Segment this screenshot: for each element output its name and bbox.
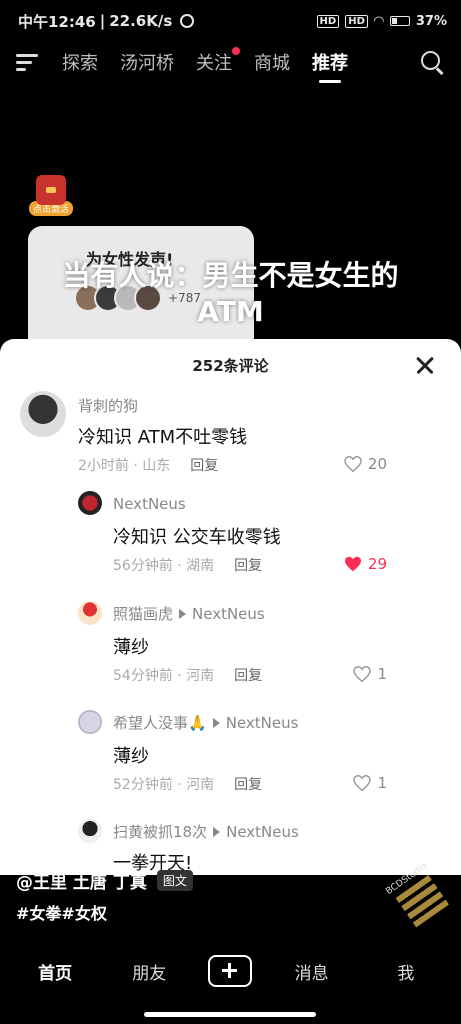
like-button[interactable]: 29: [344, 555, 387, 573]
comment-text: 冷知识 ATM不吐零钱: [78, 427, 248, 448]
comment-username[interactable]: 背刺的狗: [78, 395, 138, 416]
nav-me[interactable]: 我: [371, 959, 441, 984]
comment-text: 薄纱: [113, 746, 149, 767]
comments-sheet: 252条评论 背刺的狗 冷知识 ATM不吐零钱 2小时前 · 山东 回复 20 …: [0, 339, 461, 875]
home-indicator[interactable]: [144, 1012, 316, 1017]
alarm-icon: [180, 14, 195, 28]
like-button[interactable]: 1: [353, 774, 387, 792]
reply-target: NextNeus: [226, 822, 299, 841]
reply-author: 希望人没事🙏: [113, 714, 207, 732]
post-type-badge: 图文: [156, 870, 193, 891]
author-line: @王里 土唐 丁真 图文: [16, 868, 193, 893]
comment-time: 2小时前 · 山东: [78, 458, 171, 474]
video-title: 当有人说：男生不是女生的ATM: [62, 259, 399, 328]
comment-meta: 2小时前 · 山东 回复: [78, 455, 218, 475]
heart-outline-icon: [353, 775, 372, 791]
comment-meta: 56分钟前 · 湖南 回复: [113, 555, 262, 575]
like-button[interactable]: 1: [353, 665, 387, 683]
comment-time: 52分钟前 · 河南: [113, 777, 215, 793]
heart-outline-icon: [353, 666, 372, 682]
reply-author: 照猫画虎: [113, 605, 174, 623]
reply-button[interactable]: 回复: [190, 455, 218, 475]
nav-tabs: 探索 汤河桥 关注 商城 推荐: [62, 47, 419, 75]
tab-following-label: 关注: [196, 53, 232, 74]
like-count: 29: [367, 555, 387, 573]
menu-icon[interactable]: [16, 53, 40, 71]
tab-local[interactable]: 汤河桥: [120, 49, 174, 75]
nav-friends[interactable]: 朋友: [114, 959, 184, 984]
reply-author: 扫黄被抓18次: [113, 823, 208, 841]
heart-filled-icon: [344, 556, 362, 572]
status-bar: 中午12:46 | 22.6K/s HD HD ◠ 37%: [18, 12, 447, 31]
reply-button[interactable]: 回复: [234, 555, 262, 575]
reply-button[interactable]: 回复: [234, 665, 262, 685]
network-speed: 22.6K/s: [109, 12, 173, 30]
hashtags[interactable]: #女拳#女权: [16, 900, 107, 924]
nav-home[interactable]: 首页: [20, 959, 90, 984]
nav-messages[interactable]: 消息: [277, 959, 347, 984]
author-name[interactable]: @王里 土唐 丁真: [16, 868, 147, 893]
top-nav: 探索 汤河桥 关注 商城 推荐: [0, 42, 461, 82]
comment-time: 56分钟前 · 湖南: [113, 558, 215, 574]
red-packet-icon: [36, 175, 66, 205]
tab-explore[interactable]: 探索: [62, 49, 98, 75]
reply-target: NextNeus: [225, 713, 299, 732]
like-count: 20: [367, 455, 387, 473]
avatar[interactable]: [78, 710, 102, 734]
like-count: 1: [377, 774, 387, 792]
close-icon[interactable]: [415, 355, 435, 375]
avatar[interactable]: [78, 601, 102, 625]
comment-username[interactable]: NextNeus: [113, 495, 186, 513]
comment-text: 冷知识 公交车收零钱: [113, 527, 281, 548]
bottom-nav: 首页 朋友 消息 我: [0, 942, 461, 1000]
reply-arrow-icon: [179, 608, 187, 619]
heart-outline-icon: [344, 456, 362, 472]
comment-username[interactable]: 照猫画虎 NextNeus: [113, 603, 265, 624]
tab-recommend[interactable]: 推荐: [312, 49, 348, 75]
like-count: 1: [377, 665, 387, 683]
avatar[interactable]: [20, 391, 66, 437]
reply-arrow-icon: [212, 717, 220, 728]
battery-icon: [389, 16, 410, 26]
create-post-button[interactable]: [208, 955, 253, 987]
comment-meta: 52分钟前 · 河南 回复: [113, 774, 262, 794]
hd-signal-icon-2: HD: [345, 14, 368, 28]
comment-text: 薄纱: [113, 637, 149, 658]
comment-time: 54分钟前 · 河南: [113, 668, 215, 684]
comment-count: 252条评论: [192, 356, 269, 375]
avatar[interactable]: [78, 819, 102, 843]
hd-signal-icon: HD: [316, 14, 340, 28]
tab-mall[interactable]: 商城: [254, 49, 290, 75]
search-icon[interactable]: [419, 49, 445, 75]
battery-level: 37%: [415, 13, 447, 29]
like-button[interactable]: 20: [344, 455, 387, 473]
wifi-icon: ◠: [373, 13, 384, 29]
reply-button[interactable]: 回复: [234, 774, 262, 794]
reply-target: NextNeus: [192, 604, 265, 623]
comment-username[interactable]: 扫黄被抓18次 NextNeus: [113, 821, 299, 842]
notification-dot: [232, 47, 240, 55]
avatar[interactable]: [78, 491, 102, 515]
red-packet-button[interactable]: 点击激活: [29, 175, 73, 219]
comments-header: 252条评论: [0, 339, 461, 391]
comment-username[interactable]: 希望人没事🙏 NextNeus: [113, 712, 298, 733]
reply-arrow-icon: [213, 826, 221, 837]
comment-meta: 54分钟前 · 河南 回复: [113, 665, 262, 685]
status-time: 中午12:46: [18, 12, 96, 31]
tab-following[interactable]: 关注: [196, 47, 240, 75]
